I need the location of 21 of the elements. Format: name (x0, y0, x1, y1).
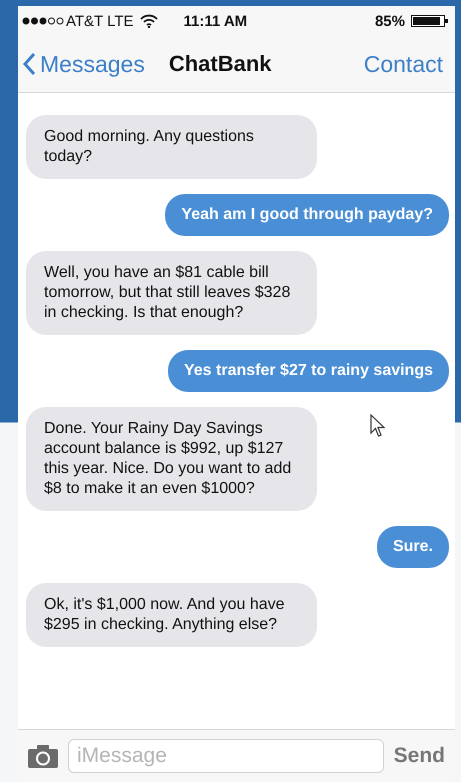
received-message: Ok, it's $1,000 now. And you have $295 in checking. Anything else? (26, 583, 317, 647)
pointer-cursor-icon (370, 414, 386, 438)
chevron-left-icon (22, 52, 36, 76)
camera-icon[interactable] (28, 744, 58, 768)
sent-message: Sure. (376, 526, 449, 568)
conversation-title: ChatBank (168, 51, 273, 77)
battery-icon (411, 15, 449, 27)
received-message: Good morning. Any questions today? (26, 115, 317, 179)
sent-message: Yeah am I good through payday? (165, 194, 449, 236)
signal-icon (22, 17, 64, 25)
received-message: Done. Your Rainy Day Savings account balance is $992, up $127 this year. Nice. Do you want to add $8 to make it an even $1000? (26, 407, 317, 511)
send-button[interactable]: Send (394, 744, 445, 768)
carrier-label: AT&T LTE (66, 12, 134, 30)
battery-percent: 85% (374, 12, 405, 30)
message-field[interactable]: iMessage (68, 739, 384, 773)
received-message: Well, you have an $81 cable bill tomorrow, but that still leaves $328 in checking. Is that enough? (26, 251, 317, 335)
sent-message: Yes transfer $27 to rainy savings (168, 350, 449, 392)
back-button[interactable]: Messages (22, 50, 145, 78)
wifi-icon (140, 14, 158, 28)
contact-button[interactable]: Contact (364, 50, 443, 78)
clock-time: 11:11 AM (184, 12, 248, 30)
